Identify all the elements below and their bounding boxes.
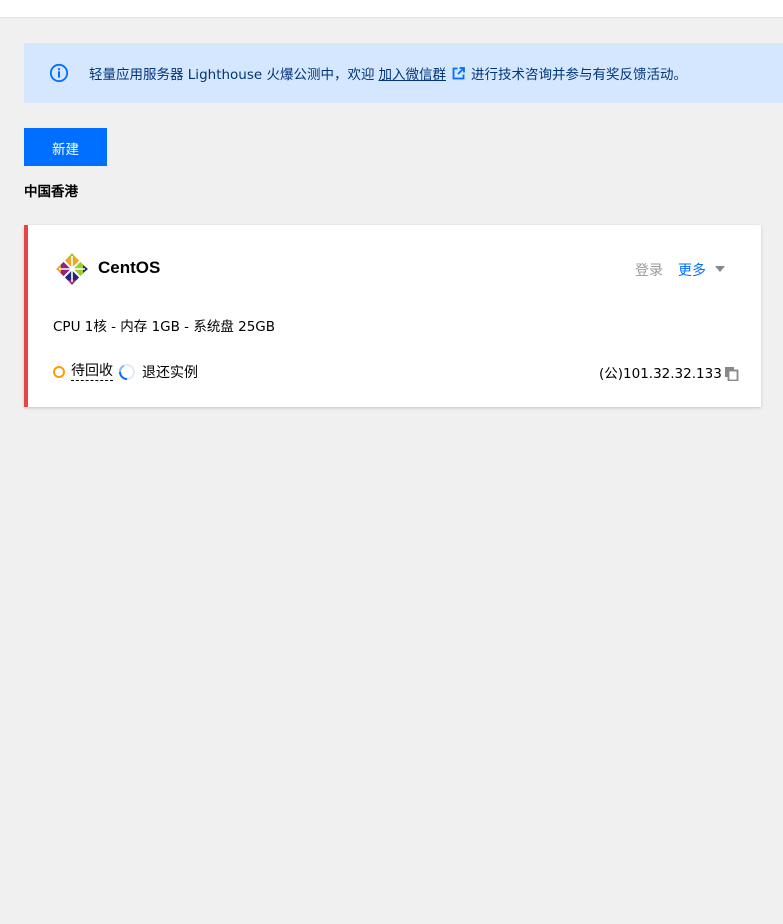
info-icon	[49, 63, 69, 83]
login-button[interactable]: 登录	[635, 260, 663, 280]
more-dropdown[interactable]: 更多	[678, 260, 725, 280]
top-bar	[0, 0, 783, 18]
return-instance-status: 退还实例	[142, 365, 198, 381]
status-row: 待回收 退还实例	[53, 362, 198, 382]
banner-text-tail: 进行技术咨询并参与有奖反馈活动。	[470, 67, 687, 83]
caret-down-icon	[715, 266, 725, 272]
banner-text: 轻量应用服务器 Lighthouse 火爆公测中，欢迎	[89, 67, 375, 83]
status-text[interactable]: 待回收	[71, 363, 113, 381]
join-wechat-group-link[interactable]: 加入微信群	[378, 63, 446, 83]
info-banner: 轻量应用服务器 Lighthouse 火爆公测中，欢迎 加入微信群 进行技术咨询…	[24, 43, 783, 103]
loading-spinner-icon	[119, 364, 135, 380]
os-name: CentOS	[98, 258, 161, 277]
external-link-icon[interactable]	[452, 66, 465, 80]
region-title: 中国香港	[24, 184, 78, 200]
public-ip: (公)101.32.32.133	[599, 362, 739, 382]
status-dot-icon	[53, 366, 65, 378]
instance-card[interactable]: CentOS 登录 更多 CPU 1核 - 内存 1GB - 系统盘 25GB …	[24, 225, 761, 407]
centos-logo-icon	[56, 253, 88, 285]
new-instance-button[interactable]: 新建	[24, 128, 107, 166]
instance-spec: CPU 1核 - 内存 1GB - 系统盘 25GB	[53, 319, 276, 335]
copy-icon[interactable]	[724, 366, 739, 381]
more-label: 更多	[678, 263, 706, 279]
public-ip-text: (公)101.32.32.133	[599, 366, 722, 382]
